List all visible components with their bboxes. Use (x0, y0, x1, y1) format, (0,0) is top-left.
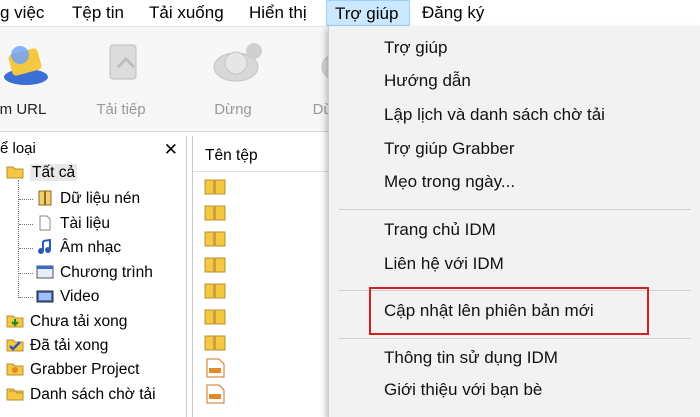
file-archive-icon[interactable] (203, 228, 227, 248)
menu-help[interactable]: Trợ giúp (384, 34, 447, 62)
category-header: ể loại ✕ (0, 140, 186, 162)
tree-item-label: Grabber Project (30, 361, 140, 378)
stop-label: Dừng (214, 101, 252, 118)
tree-item-label: Tài liệu (60, 215, 110, 232)
file-document-icon[interactable] (203, 384, 227, 404)
resume-icon (109, 44, 137, 80)
tree-item-finished[interactable]: Đã tải xong (6, 335, 108, 357)
file-archive-icon[interactable] (203, 202, 227, 222)
tree-item-label: Chưa tải xong (30, 313, 128, 330)
stop-icon (213, 43, 262, 82)
add-url-label: m URL (0, 101, 47, 118)
menu-item-downloads[interactable]: Tải xuống (149, 0, 224, 26)
column-header-filename[interactable]: Tên tệp (193, 136, 333, 172)
resume-label: Tải tiếp (96, 101, 146, 118)
tree-guide-line (19, 224, 33, 225)
menu-item-file[interactable]: Tệp tin (72, 0, 124, 26)
category-panel: ể loại ✕ Tất cả Dữ liệu nén Tài liệu Âm … (0, 136, 187, 417)
tree-item-grabber[interactable]: Grabber Project (6, 359, 139, 381)
tree-guide-line (19, 199, 33, 200)
category-header-title: ể loại (0, 140, 36, 157)
menu-item-help[interactable]: Trợ giúp (326, 0, 410, 26)
close-icon[interactable]: ✕ (164, 140, 178, 160)
menu-scheduler-queue[interactable]: Lập lịch và danh sách chờ tải (384, 101, 605, 129)
program-icon (36, 265, 54, 279)
tree-item-all[interactable]: Tất cả (6, 162, 78, 184)
tree-item-compressed[interactable]: Dữ liệu nén (36, 188, 140, 210)
file-archive-icon[interactable] (203, 254, 227, 274)
help-dropdown-menu: Trợ giúp Hướng dẫn Lập lịch và danh sách… (328, 26, 700, 417)
update-highlight-box (369, 287, 649, 335)
menu-item-tasks[interactable]: g việc (0, 0, 44, 26)
tree-item-unfinished[interactable]: Chưa tải xong (6, 311, 127, 333)
add-url-icon (4, 46, 48, 85)
tree-item-label: Chương trình (60, 264, 153, 281)
menu-idm-homepage[interactable]: Trang chủ IDM (384, 216, 496, 244)
tree-item-label: Danh sách chờ tải (30, 386, 156, 403)
menu-separator (339, 338, 691, 339)
file-archive-icon[interactable] (203, 280, 227, 300)
file-archive-icon[interactable] (203, 176, 227, 196)
menu-tell-friends[interactable]: Giới thiệu với bạn bè (384, 376, 542, 404)
tree-item-documents[interactable]: Tài liệu (36, 213, 110, 235)
tree-guide-line (19, 273, 33, 274)
file-document-icon[interactable] (203, 358, 227, 378)
music-icon (38, 239, 51, 254)
add-url-button[interactable]: m URL (0, 27, 68, 131)
menu-idm-usage-info[interactable]: Thông tin sử dụng IDM (384, 344, 558, 372)
resume-button[interactable]: Tải tiếp (76, 27, 166, 131)
finished-folder-icon (6, 339, 24, 352)
document-icon (39, 215, 51, 231)
tree-item-label: Video (60, 288, 100, 305)
unfinished-folder-icon (6, 315, 24, 328)
tree-guide-line (18, 180, 19, 298)
menu-grabber-help[interactable]: Trợ giúp Grabber (384, 135, 515, 163)
menu-tip-of-day[interactable]: Mẹo trong ngày... (384, 168, 515, 196)
tree-item-label: Đã tải xong (30, 337, 109, 354)
grabber-folder-icon (6, 363, 24, 376)
tree-item-label: Dữ liệu nén (60, 190, 141, 207)
file-archive-icon[interactable] (203, 332, 227, 352)
video-icon (36, 290, 54, 303)
tree-item-programs[interactable]: Chương trình (36, 262, 153, 284)
menu-contact-idm[interactable]: Liên hệ với IDM (384, 250, 504, 278)
menu-item-register[interactable]: Đăng ký (422, 0, 484, 26)
tree-item-label: Âm nhạc (60, 239, 122, 256)
file-archive-icon[interactable] (203, 306, 227, 326)
tree-item-label: Tất cả (30, 164, 78, 181)
tree-item-music[interactable]: Âm nhạc (36, 237, 121, 259)
menu-item-view[interactable]: Hiển thị (249, 0, 307, 26)
folder-open-icon (6, 166, 24, 179)
archive-icon (38, 190, 52, 206)
stop-button[interactable]: Dừng (188, 27, 278, 131)
tree-guide-line (19, 297, 33, 298)
menu-bar: g việc Tệp tin Tải xuống Hiển thị Trợ gi… (0, 0, 700, 27)
tree-guide-line (19, 248, 33, 249)
menu-guide[interactable]: Hướng dẫn (384, 67, 471, 95)
tree-item-video[interactable]: Video (36, 286, 99, 308)
queue-folder-icon (6, 388, 24, 401)
tree-item-queue[interactable]: Danh sách chờ tải (6, 384, 156, 406)
menu-separator (339, 209, 691, 210)
